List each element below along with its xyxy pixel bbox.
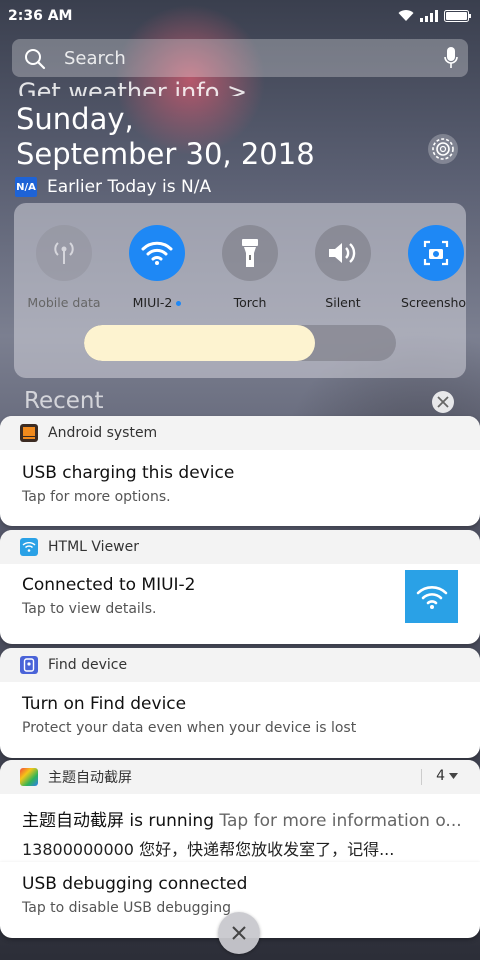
header-divider <box>421 769 422 785</box>
weather-info-link[interactable]: Get weather info > <box>18 80 318 96</box>
search-placeholder: Search <box>64 48 126 69</box>
weather-badge: N/A <box>15 177 37 197</box>
android-system-app-icon <box>20 424 38 442</box>
notification-find-device[interactable]: Find device Turn on Find device Protect … <box>0 648 480 758</box>
notification-html-viewer[interactable]: HTML Viewer Connected to MIUI-2 Tap to v… <box>0 530 480 644</box>
tile-mobile-data-circle <box>36 225 92 281</box>
microphone-icon[interactable] <box>444 47 458 69</box>
tile-silent-label: Silent <box>325 295 361 310</box>
brightness-fill <box>84 325 315 361</box>
settings-button[interactable] <box>428 134 458 164</box>
notification-app-name: Find device <box>48 657 128 673</box>
search-icon <box>25 49 46 70</box>
notification-app-name: Android system <box>48 425 158 441</box>
tile-wifi-label: MIUI-2 <box>112 295 202 310</box>
screenshot-icon <box>423 240 449 266</box>
notification-header: Android system <box>0 416 480 450</box>
status-icons <box>398 9 472 22</box>
auto-screenshot-app-icon <box>20 768 38 786</box>
notification-subtitle: Protect your data even when your device … <box>22 720 357 736</box>
weather-row[interactable]: N/A Earlier Today is N/A <box>15 177 211 197</box>
clear-recent-button[interactable] <box>432 391 454 413</box>
find-device-app-icon <box>20 656 38 674</box>
tile-mobile-data[interactable]: Mobile data <box>19 225 109 310</box>
notification-subtitle: Tap to view details. <box>22 601 157 617</box>
gear-icon <box>432 138 454 160</box>
search-bar[interactable]: Search <box>12 39 468 77</box>
notification-auto-screenshot[interactable]: 主题自动截屏 4 主题自动截屏 is running Tap for more … <box>0 760 480 876</box>
antenna-icon <box>54 242 74 264</box>
notification-wifi-thumbnail <box>405 570 458 623</box>
date-full: September 30, 2018 <box>16 137 315 171</box>
date-weekday: Sunday, <box>16 102 134 136</box>
speaker-icon <box>329 243 356 263</box>
tile-screenshot[interactable]: Screenshot <box>391 225 466 310</box>
notification-app-name: 主题自动截屏 <box>48 770 132 786</box>
notification-title: Turn on Find device <box>22 694 187 714</box>
tile-torch-circle <box>222 225 278 281</box>
tile-wifi-circle <box>129 225 185 281</box>
tile-screenshot-circle <box>408 225 464 281</box>
chevron-down-icon <box>449 773 458 779</box>
notification-count[interactable]: 4 <box>436 768 458 784</box>
notification-subtitle: Tap for more options. <box>22 489 171 505</box>
notification-message: 13800000000 您好，快递帮您放收发室了，记得... <box>22 840 395 859</box>
wifi-icon <box>141 241 173 265</box>
notification-title: USB charging this device <box>22 463 235 483</box>
tile-mobile-data-label: Mobile data <box>27 295 101 310</box>
quick-settings-panel: Mobile data MIUI-2 Torch Silent Screensh… <box>14 203 466 378</box>
notification-title: Connected to MIUI-2 <box>22 575 196 595</box>
notification-title: USB debugging connected <box>22 874 248 894</box>
tile-silent[interactable]: Silent <box>298 225 388 310</box>
wifi-icon <box>416 585 447 609</box>
tile-screenshot-label: Screenshot <box>401 295 466 310</box>
tile-silent-circle <box>315 225 371 281</box>
notification-header: HTML Viewer <box>0 530 480 564</box>
notification-subtitle: Tap to disable USB debugging <box>22 900 232 916</box>
notification-header: 主题自动截屏 <box>0 760 480 794</box>
notification-header: Find device <box>0 648 480 682</box>
notification-app-name: HTML Viewer <box>48 539 139 555</box>
weather-text: Earlier Today is N/A <box>47 177 212 197</box>
dismiss-all-button[interactable] <box>218 912 260 954</box>
wifi-status-icon <box>398 10 414 21</box>
close-icon <box>437 396 449 408</box>
brightness-slider[interactable] <box>84 325 396 361</box>
battery-icon <box>444 9 471 22</box>
close-icon <box>232 926 246 940</box>
clock: 2:36 AM <box>8 8 73 24</box>
status-bar: 2:36 AM <box>0 0 480 32</box>
signal-icon <box>420 9 438 22</box>
flashlight-icon <box>242 239 258 267</box>
tile-wifi[interactable]: MIUI-2 <box>112 225 202 310</box>
notification-title: 主题自动截屏 is running Tap for more informati… <box>22 811 462 831</box>
html-viewer-app-icon <box>20 538 38 556</box>
tile-torch[interactable]: Torch <box>205 225 295 310</box>
notification-android-system[interactable]: Android system USB charging this device … <box>0 416 480 526</box>
tile-torch-label: Torch <box>233 295 267 310</box>
recent-heading: Recent <box>24 388 104 414</box>
